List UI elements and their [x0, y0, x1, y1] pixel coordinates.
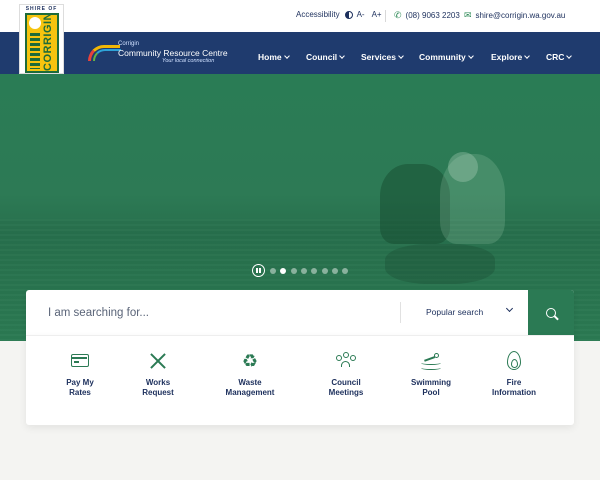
nav-item-council[interactable]: Council [306, 52, 346, 62]
quick-links: Pay My Rates Works Request ♻ Waste Manag… [26, 335, 574, 425]
quick-link-council-meetings[interactable]: Council Meetings [306, 350, 386, 397]
nav-label: Explore [491, 52, 523, 62]
nav-item-home[interactable]: Home [258, 52, 290, 62]
slider-dot[interactable] [321, 268, 328, 274]
slider-dot[interactable] [270, 268, 276, 274]
quick-link-pay-rates[interactable]: Pay My Rates [40, 350, 120, 397]
font-decrease-button[interactable]: A- [357, 10, 365, 19]
hero-reflection [385, 244, 495, 284]
utility-divider [385, 10, 386, 22]
slider-pause-button[interactable] [252, 264, 265, 277]
main-navbar: Corrigin Community Resource Centre Your … [0, 32, 600, 74]
chevron-down-icon[interactable] [505, 304, 514, 313]
quick-link-label: Works Request [142, 378, 174, 397]
quick-link-fire-information[interactable]: Fire Information [474, 350, 554, 397]
nav-label: Council [306, 52, 338, 62]
shire-logo[interactable]: SHIRE OF CORRIGIN [19, 4, 64, 74]
quick-link-label: Pay My Rates [66, 378, 94, 397]
logo-name: CORRIGIN [42, 13, 54, 71]
search-input[interactable] [48, 290, 388, 335]
quick-link-swimming-pool[interactable]: Swimming Pool [391, 350, 471, 397]
popular-search-select[interactable]: Popular search [426, 307, 483, 317]
recycle-icon: ♻ [241, 351, 259, 371]
email-address: shire@corrigin.wa.gov.au [475, 11, 566, 20]
search-divider [400, 302, 401, 323]
phone-link[interactable]: ✆ (08) 9063 2203 [394, 10, 460, 21]
crc-name: Community Resource Centre [118, 48, 228, 58]
mail-icon: ✉ [464, 10, 472, 20]
tools-icon [147, 350, 169, 372]
hero-figure [448, 152, 478, 182]
swimming-icon [420, 350, 442, 372]
quick-link-label: Council Meetings [328, 378, 364, 397]
quick-link-label: Waste Management [225, 378, 275, 397]
utility-bar: Accessibility A- A+ ✆ (08) 9063 2203 ✉ s… [0, 0, 600, 32]
fire-icon [503, 350, 525, 372]
logo-wheat-icon [30, 33, 40, 69]
chevron-down-icon [339, 53, 346, 59]
logo-shire-of: SHIRE OF [25, 6, 58, 12]
nav-item-community[interactable]: Community [419, 52, 474, 62]
people-icon [335, 350, 357, 372]
email-link[interactable]: ✉ shire@corrigin.wa.gov.au [464, 10, 565, 21]
chevron-down-icon [524, 53, 531, 59]
nav-label: CRC [546, 52, 565, 62]
nav-item-crc[interactable]: CRC [546, 52, 573, 62]
search-bar: Popular search [26, 290, 574, 335]
chevron-down-icon [283, 53, 290, 59]
crc-logo[interactable]: Corrigin Community Resource Centre Your … [88, 41, 228, 67]
crc-tagline: Your local connection [162, 58, 215, 64]
phone-icon: ✆ [394, 10, 402, 20]
logo-band: CORRIGIN [25, 13, 59, 73]
crc-small-label: Corrigin [118, 41, 140, 47]
accessibility-label: Accessibility [296, 10, 340, 19]
search-icon [546, 307, 556, 318]
chevron-down-icon [566, 53, 573, 59]
font-increase-button[interactable]: A+ [372, 10, 382, 19]
slider-dot[interactable] [290, 268, 297, 274]
nav-item-services[interactable]: Services [361, 52, 404, 62]
chevron-down-icon [398, 53, 404, 59]
quick-link-label: Swimming Pool [410, 378, 451, 397]
nav-label: Community [419, 52, 466, 62]
pause-bar [259, 268, 261, 273]
pause-bar [256, 268, 258, 273]
nav-label: Services [361, 52, 396, 62]
nav-item-explore[interactable]: Explore [491, 52, 531, 62]
credit-card-icon [69, 350, 91, 372]
phone-number: (08) 9063 2203 [405, 11, 460, 20]
quick-link-waste-management[interactable]: ♻ Waste Management [210, 350, 290, 397]
logo-sun-icon [29, 17, 41, 29]
crc-swoosh-inner-icon [93, 49, 121, 61]
slider-dot[interactable] [331, 268, 338, 274]
quick-link-label: Fire Information [492, 378, 536, 397]
contrast-toggle-icon[interactable] [344, 10, 353, 19]
accessibility-controls: Accessibility A- A+ [296, 10, 382, 19]
nav-label: Home [258, 52, 282, 62]
slider-dot[interactable] [300, 268, 307, 274]
search-button[interactable] [528, 290, 574, 335]
chevron-down-icon [467, 53, 474, 59]
quick-link-works-request[interactable]: Works Request [118, 350, 198, 397]
